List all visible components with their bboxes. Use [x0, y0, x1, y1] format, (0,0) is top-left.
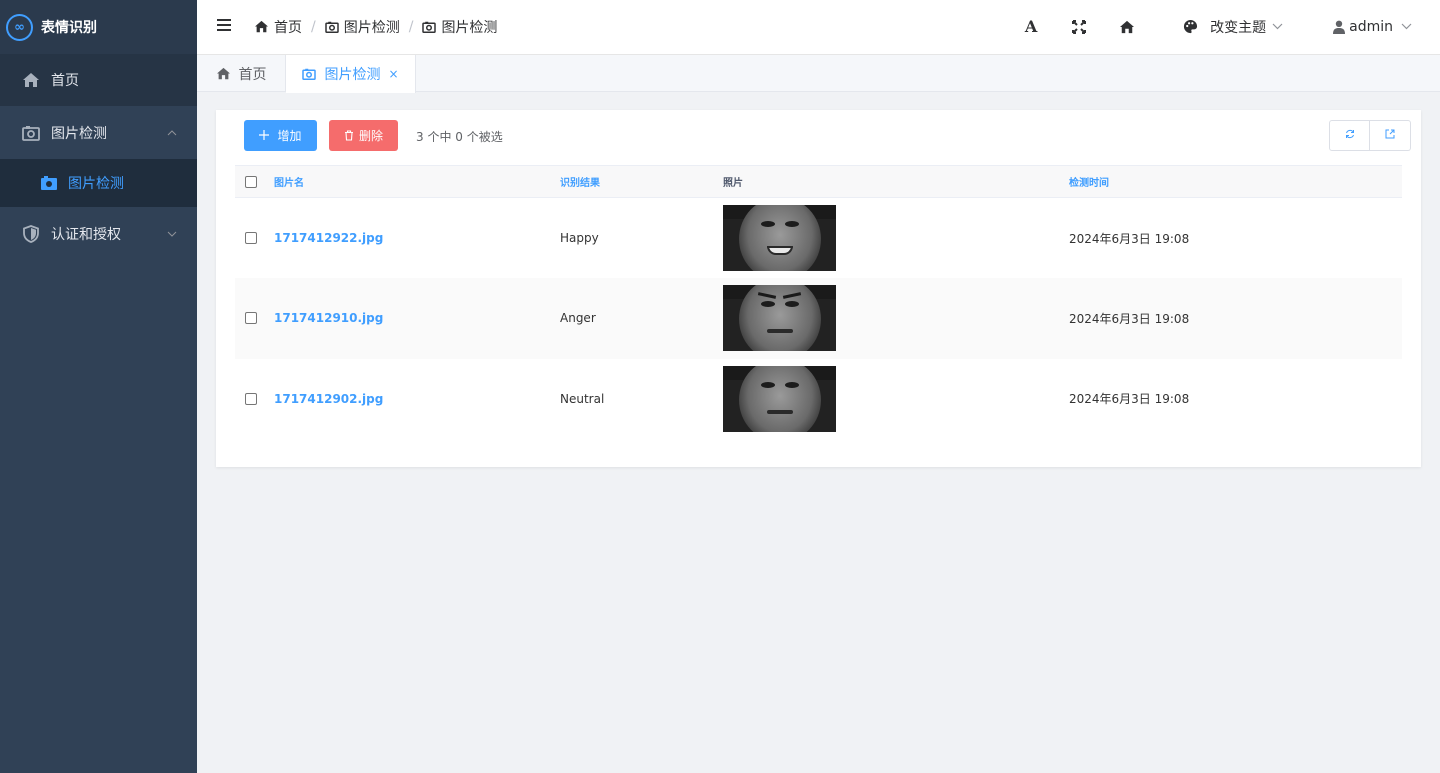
home-icon: [21, 70, 41, 90]
row-photo-cell: [723, 359, 1069, 440]
row-photo-cell: [723, 278, 1069, 359]
export-button[interactable]: [1370, 120, 1411, 151]
table-row: 1717412902.jpg Neutral 2024年6月3日 19:08: [235, 359, 1402, 440]
row-select-cell: [235, 198, 274, 279]
home-icon[interactable]: [1115, 0, 1139, 53]
camera-icon: [302, 68, 317, 80]
camera-icon: [21, 123, 41, 143]
sidebar-item-home[interactable]: 首页: [0, 54, 197, 106]
camera-icon: [324, 21, 339, 33]
top-navbar: 首页 / 图片检测 / 图片检测 A 改变主题 admin: [197, 0, 1440, 55]
breadcrumb-item-home[interactable]: 首页: [254, 17, 302, 37]
infinity-logo-icon: ∞: [6, 13, 33, 41]
sidebar-item-label: 认证和授权: [51, 226, 121, 243]
sidebar-item-auth[interactable]: 认证和授权: [0, 207, 197, 260]
breadcrumb-separator: /: [311, 18, 316, 35]
trash-icon: [344, 130, 354, 141]
row-checkbox[interactable]: [245, 312, 257, 325]
hamburger-icon[interactable]: [217, 19, 231, 31]
add-button-label: 增加: [277, 129, 302, 143]
home-icon: [216, 67, 231, 80]
shield-icon: [21, 224, 41, 244]
theme-label: 改变主题: [1210, 19, 1267, 36]
user-name: admin: [1349, 18, 1393, 35]
table-tool-buttons: [1329, 120, 1411, 151]
plus-icon: [259, 127, 270, 144]
delete-button[interactable]: 删除: [329, 120, 398, 151]
chevron-down-icon: [1401, 20, 1412, 33]
header-filename[interactable]: 图片名: [274, 166, 560, 198]
row-result: Neutral: [560, 391, 605, 406]
row-filename[interactable]: 1717412902.jpg: [274, 359, 560, 440]
home-icon: [254, 20, 269, 33]
camera-icon: [40, 174, 58, 192]
select-all-checkbox[interactable]: [245, 175, 257, 188]
table-toolbar: 增加 删除 3 个中 0 个被选: [216, 110, 1421, 165]
breadcrumb-separator: /: [408, 18, 414, 35]
palette-icon: [1183, 19, 1198, 34]
content-card: 增加 删除 3 个中 0 个被选 图片名 识别结果 照片 检测时间 171741…: [216, 110, 1421, 467]
breadcrumb-label: 首页: [274, 19, 302, 36]
row-result: Anger: [560, 311, 596, 326]
face-photo[interactable]: [723, 285, 836, 352]
breadcrumb-item-image-detection[interactable]: 图片检测: [324, 17, 400, 37]
table-row: 1717412922.jpg Happy 2024年6月3日 19:08: [235, 198, 1402, 279]
header-photo: 照片: [723, 178, 743, 189]
face-photo[interactable]: [723, 205, 836, 271]
user-dropdown[interactable]: admin: [1333, 19, 1412, 35]
row-select-cell: [235, 359, 274, 440]
row-time: 2024年6月3日 19:08: [1069, 392, 1190, 407]
tab-home[interactable]: 首页: [197, 55, 286, 92]
row-filename[interactable]: 1717412910.jpg: [274, 278, 560, 359]
header-time[interactable]: 检测时间: [1069, 166, 1402, 198]
tabs-bar: 首页 图片检测 ×: [197, 55, 1440, 93]
close-icon[interactable]: ×: [388, 67, 398, 81]
camera-icon: [422, 21, 437, 33]
sidebar: ∞ 表情识别 首页 图片检测 图片检测 认证和授权: [0, 0, 197, 773]
breadcrumb-label: 图片检测: [343, 19, 400, 36]
sidebar-item-image-detection[interactable]: 图片检测: [0, 106, 197, 159]
delete-button-label: 删除: [358, 129, 383, 143]
tab-image-detection[interactable]: 图片检测 ×: [286, 55, 416, 93]
row-select-cell: [235, 278, 274, 359]
sidebar-item-label: 图片检测: [51, 125, 107, 142]
refresh-icon: [1345, 128, 1355, 143]
theme-dropdown[interactable]: 改变主题: [1183, 17, 1283, 37]
table-header-row: 图片名 识别结果 照片 检测时间: [235, 165, 1402, 198]
font-size-icon[interactable]: A: [1019, 0, 1043, 53]
chevron-up-icon: [167, 126, 177, 139]
sidebar-item-label: 首页: [51, 73, 79, 89]
chevron-down-icon: [1272, 20, 1283, 33]
header-select-all[interactable]: [235, 166, 274, 198]
user-icon: [1333, 20, 1346, 34]
row-photo-cell: [723, 198, 1069, 279]
refresh-button[interactable]: [1329, 120, 1370, 151]
face-photo[interactable]: [723, 365, 836, 432]
sidebar-subitem-label: 图片检测: [68, 176, 124, 192]
export-icon: [1385, 128, 1395, 143]
header-result[interactable]: 识别结果: [560, 166, 723, 198]
tab-label: 图片检测: [324, 67, 381, 83]
app-title: 表情识别: [41, 20, 97, 36]
row-time: 2024年6月3日 19:08: [1069, 311, 1190, 326]
nav-tools: A 改变主题 admin: [1019, 0, 1440, 53]
breadcrumb: 首页 / 图片检测 / 图片检测: [254, 0, 497, 53]
row-time: 2024年6月3日 19:08: [1069, 231, 1190, 246]
row-checkbox[interactable]: [245, 232, 257, 244]
results-table: 图片名 识别结果 照片 检测时间 1717412922.jpg Happy 20…: [235, 165, 1402, 439]
add-button[interactable]: 增加: [244, 120, 317, 151]
selection-count: 3 个中 0 个被选: [416, 130, 503, 144]
row-checkbox[interactable]: [245, 392, 257, 405]
table-row: 1717412910.jpg Anger 2024年6月3日 19:08: [235, 278, 1402, 359]
row-filename[interactable]: 1717412922.jpg: [274, 198, 560, 279]
logo[interactable]: ∞ 表情识别: [0, 0, 197, 54]
row-result: Happy: [560, 231, 599, 245]
tab-label: 首页: [238, 66, 267, 83]
breadcrumb-label: 图片检测: [441, 19, 498, 36]
breadcrumb-item-current: 图片检测: [422, 17, 497, 37]
fullscreen-icon[interactable]: [1067, 0, 1091, 53]
chevron-down-icon: [167, 227, 177, 240]
sidebar-subitem-image-detection[interactable]: 图片检测: [0, 159, 197, 207]
